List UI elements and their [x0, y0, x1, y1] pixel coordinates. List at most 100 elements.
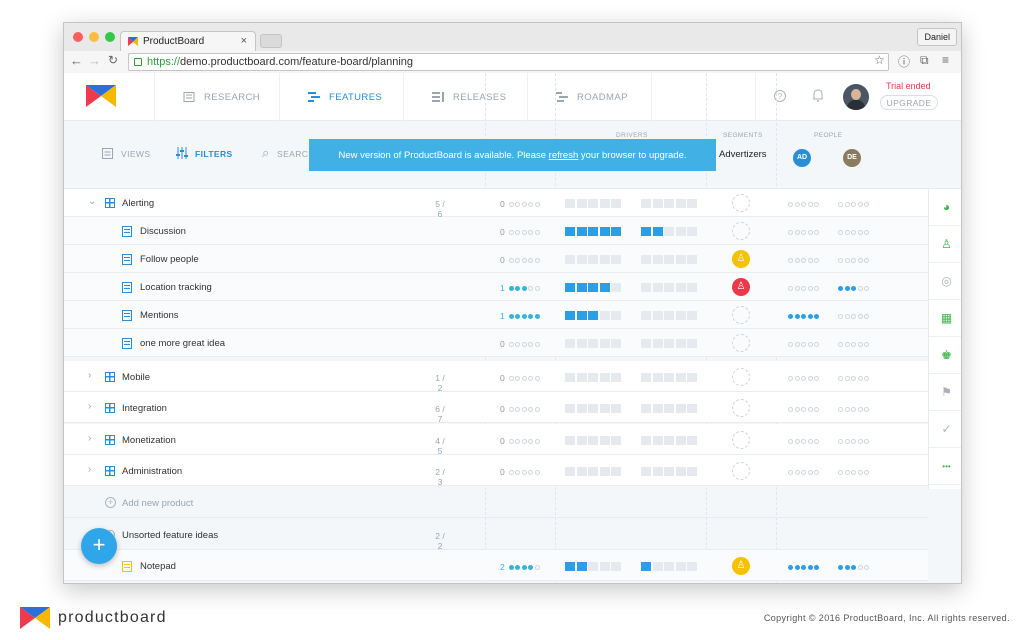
feature-row[interactable]: Follow people 0 ♙ [64, 245, 928, 273]
close-window-button[interactable] [73, 32, 83, 42]
segment-name[interactable]: Advertizers [719, 149, 767, 160]
segment-person-icon[interactable]: ♙ [732, 557, 750, 575]
address-bar[interactable]: https://demo.productboard.com/feature-bo… [128, 53, 889, 71]
views-button[interactable]: VIEWS [121, 149, 150, 159]
maximize-window-button[interactable] [105, 32, 115, 42]
driver-bar [641, 562, 699, 571]
group-row[interactable]: › Integration 6 / 7 0 [64, 392, 928, 424]
group-row[interactable]: › Administration 2 / 3 0 [64, 455, 928, 487]
browser-user-button[interactable]: Daniel [917, 28, 957, 46]
right-tool-button[interactable]: ♚ [929, 337, 961, 374]
people-dot [807, 229, 813, 235]
add-feature-fab[interactable]: + [81, 528, 117, 564]
score-dot [515, 407, 521, 413]
right-tool-button[interactable]: ♙ [929, 226, 961, 263]
person-avatar-de[interactable]: DE [843, 149, 861, 167]
driver-cell [675, 467, 686, 476]
score-dot [534, 470, 540, 476]
bell-icon[interactable] [812, 89, 824, 102]
new-tab-button[interactable] [260, 34, 282, 48]
feature-doc-icon [122, 282, 132, 293]
reload-icon[interactable]: ↻ [108, 53, 118, 67]
people-dot [851, 313, 856, 319]
people-dot [801, 229, 806, 235]
chevron-right-icon[interactable]: › [88, 433, 91, 444]
feature-row[interactable]: Notepad 2 ♙ [64, 550, 928, 581]
chevron-right-icon[interactable]: › [88, 464, 91, 475]
driver-cell [687, 339, 697, 348]
chevron-right-icon[interactable]: › [88, 401, 91, 412]
chevron-right-icon[interactable]: › [88, 370, 91, 381]
people-score [838, 255, 871, 266]
user-avatar[interactable] [843, 84, 869, 110]
driver-cell [611, 311, 621, 320]
driver-cell [576, 339, 587, 348]
segment-person-icon[interactable]: ♙ [732, 250, 750, 268]
score-dot [515, 342, 521, 348]
group-row[interactable]: › Mobile 1 / 2 0 [64, 361, 928, 393]
upgrade-button[interactable]: UPGRADE [880, 95, 938, 110]
chevron-down-icon[interactable]: ⌄ [88, 196, 96, 207]
driver-cell [599, 339, 610, 348]
segment-empty-slot[interactable] [732, 222, 750, 240]
people-dot [794, 257, 800, 263]
productboard-logo[interactable] [86, 85, 116, 107]
extension-icon[interactable]: ⧉ [920, 53, 929, 68]
add-product-label[interactable]: Add new product [122, 498, 193, 509]
person-avatar-ad[interactable]: AD [793, 149, 811, 167]
nav-features[interactable]: FEATURES [280, 73, 404, 121]
segment-empty-slot[interactable] [732, 462, 750, 480]
driver-bar [565, 467, 623, 476]
feature-row[interactable]: Mentions 1 [64, 301, 928, 329]
row-label: Administration [122, 466, 183, 477]
add-product-row[interactable]: + Add new product [64, 487, 928, 518]
right-tool-button[interactable]: ⚑ [929, 374, 961, 411]
score-dot [534, 230, 540, 236]
back-icon[interactable]: ← [70, 53, 83, 68]
right-tool-button[interactable]: ••• [929, 448, 961, 485]
driver-cell [576, 562, 587, 571]
segment-person-icon[interactable]: ♙ [732, 278, 750, 296]
segment-empty-slot[interactable] [732, 399, 750, 417]
tab-close-icon[interactable]: × [241, 35, 247, 47]
minimize-window-button[interactable] [89, 32, 99, 42]
segment-empty-slot[interactable] [732, 334, 750, 352]
browser-tab[interactable]: ProductBoard × [120, 31, 256, 51]
segment-empty-slot[interactable] [732, 368, 750, 386]
driver-cell [599, 436, 610, 445]
driver-cell [652, 199, 663, 208]
right-tool-button[interactable]: ◕ [929, 189, 961, 226]
right-tool-button[interactable]: ◎ [929, 263, 961, 300]
info-icon[interactable]: ⓘ [898, 53, 910, 70]
people-dot [801, 564, 806, 570]
menu-icon[interactable]: ≡ [942, 53, 949, 67]
filters-button[interactable]: FILTERS [195, 149, 233, 159]
driver-cell [588, 562, 598, 571]
driver-cell [599, 467, 610, 476]
driver-cell [675, 283, 686, 292]
add-circle-icon[interactable]: + [105, 497, 116, 508]
segment-empty-slot[interactable] [732, 431, 750, 449]
unsorted-row[interactable]: Unsorted feature ideas 2 / 2 [64, 519, 928, 551]
nav-releases[interactable]: RELEASES [404, 73, 528, 121]
feature-row[interactable]: Location tracking 1 ♙ [64, 273, 928, 301]
forward-icon[interactable]: → [88, 53, 101, 68]
right-tool-button[interactable]: ▦ [929, 300, 961, 337]
people-dot [864, 229, 869, 235]
people-dot [807, 341, 813, 347]
refresh-link[interactable]: refresh [549, 150, 579, 161]
score-dot [528, 342, 534, 348]
driver-cell [641, 373, 651, 382]
feature-row[interactable]: one more great idea 0 [64, 329, 928, 357]
nav-research[interactable]: RESEARCH [154, 73, 280, 121]
right-tool-button[interactable]: ✓ [929, 411, 961, 448]
feature-row[interactable]: Discussion 0 [64, 217, 928, 245]
group-row[interactable]: › Monetization 4 / 5 0 [64, 424, 928, 456]
segment-empty-slot[interactable] [732, 194, 750, 212]
group-row[interactable]: ⌄ Alerting 5 / 6 0 [64, 189, 928, 219]
people-dot [788, 285, 793, 291]
driver-bar [565, 199, 623, 208]
nav-roadmap[interactable]: ROADMAP [528, 73, 652, 121]
bookmark-star-icon[interactable]: ☆ [874, 53, 885, 67]
segment-empty-slot[interactable] [732, 306, 750, 324]
